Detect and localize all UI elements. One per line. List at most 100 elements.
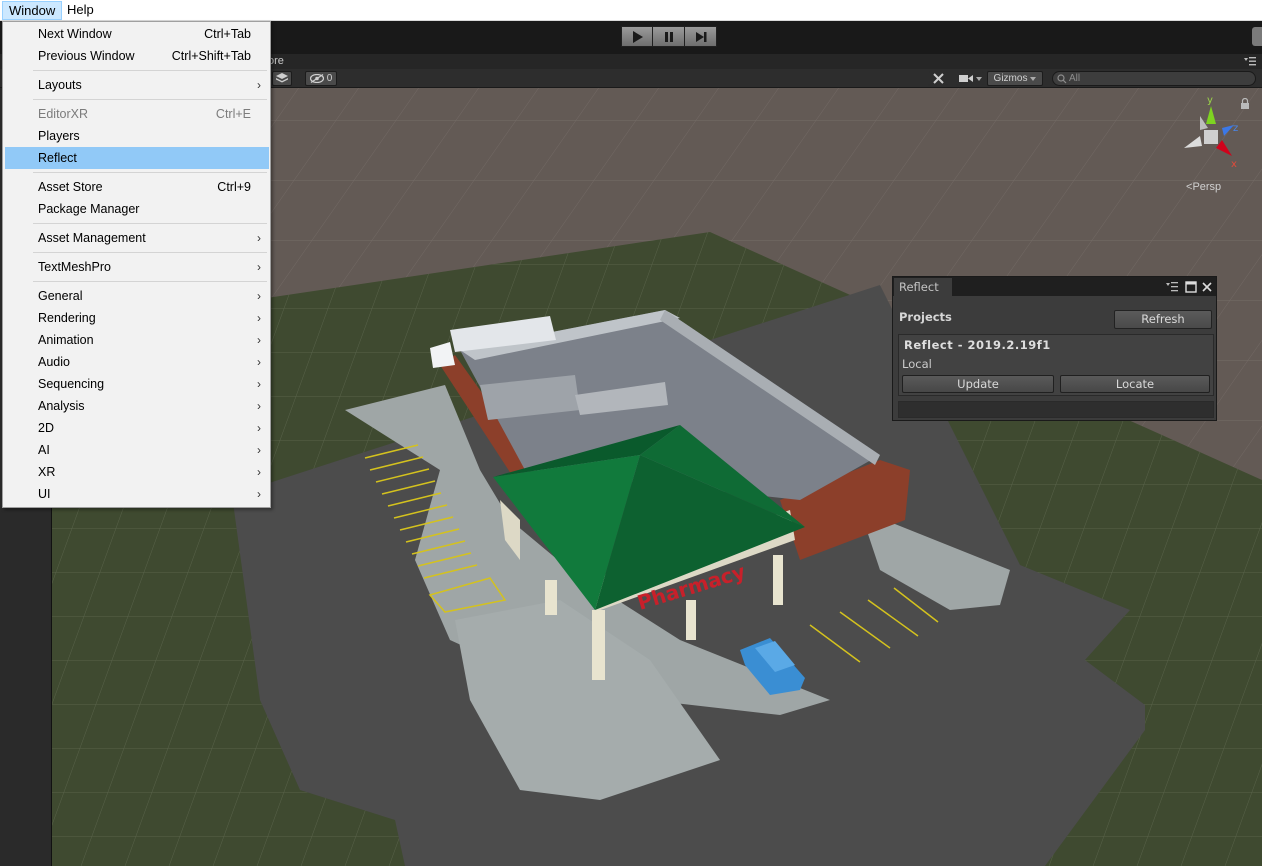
menu-item-label: UI xyxy=(38,487,51,501)
menu-item-label: Package Manager xyxy=(38,202,140,216)
menu-separator xyxy=(33,223,267,224)
tools-button[interactable] xyxy=(928,71,948,86)
neg-x-cone[interactable] xyxy=(1184,136,1202,148)
menu-window[interactable]: Window xyxy=(2,1,63,20)
gizmo-center[interactable] xyxy=(1204,130,1218,144)
menu-item-asset-management[interactable]: Asset Management › xyxy=(5,227,269,249)
search-icon xyxy=(1057,74,1067,84)
menu-item-next-window[interactable]: Next Window Ctrl+Tab xyxy=(5,23,269,45)
chevron-right-icon: › xyxy=(257,311,261,325)
menu-item-label: Reflect xyxy=(38,151,77,165)
gizmos-dropdown[interactable]: Gizmos xyxy=(987,71,1043,86)
menu-item-ui[interactable]: UI › xyxy=(5,483,269,505)
reflect-window: Reflect Projects Refresh Reflect - 2019.… xyxy=(892,276,1217,421)
close-icon[interactable] xyxy=(1201,281,1213,293)
tab-menu-icon[interactable] xyxy=(1244,57,1256,66)
menu-item-ai[interactable]: AI › xyxy=(5,439,269,461)
projects-heading: Projects xyxy=(899,310,952,324)
refresh-button[interactable]: Refresh xyxy=(1114,310,1212,329)
menu-separator xyxy=(33,172,267,173)
hidden-objects-toggle[interactable]: 0 xyxy=(305,71,337,86)
project-name: Reflect - 2019.2.19f1 xyxy=(904,338,1051,352)
menu-item-shortcut: Ctrl+Tab xyxy=(204,27,251,41)
camera-icon xyxy=(958,75,973,82)
camera-settings-button[interactable] xyxy=(956,71,984,86)
menu-item-layouts[interactable]: Layouts › xyxy=(5,74,269,96)
chevron-down-icon xyxy=(975,76,982,81)
chevron-right-icon: › xyxy=(257,78,261,92)
project-location: Local xyxy=(902,357,932,371)
menu-item-asset-store[interactable]: Asset Store Ctrl+9 xyxy=(5,176,269,198)
menu-item-sequencing[interactable]: Sequencing › xyxy=(5,373,269,395)
menu-item-label: Audio xyxy=(38,355,70,369)
menu-item-label: AI xyxy=(38,443,50,457)
axis-x-label: x xyxy=(1231,159,1237,170)
tools-icon xyxy=(932,73,944,84)
persp-toggle[interactable]: <Persp xyxy=(1186,181,1221,193)
menu-item-shortcut: Ctrl+9 xyxy=(217,180,251,194)
menu-separator xyxy=(33,70,267,71)
collab-button[interactable] xyxy=(1252,27,1262,46)
gizmos-label: Gizmos xyxy=(993,73,1028,84)
menu-separator xyxy=(33,281,267,282)
hidden-count: 0 xyxy=(326,73,333,84)
step-icon xyxy=(695,31,706,42)
menu-item-editorxr: EditorXR Ctrl+E xyxy=(5,103,269,125)
play-icon xyxy=(633,30,643,43)
reflect-tab[interactable]: Reflect xyxy=(894,278,952,296)
step-button[interactable] xyxy=(685,26,717,47)
play-button[interactable] xyxy=(621,26,653,47)
maximize-icon[interactable] xyxy=(1185,281,1197,293)
lock-icon[interactable] xyxy=(1240,98,1250,109)
playmode-controls xyxy=(621,26,717,47)
menu-separator xyxy=(33,252,267,253)
window-menu-dropdown: Next Window Ctrl+Tab Previous Window Ctr… xyxy=(2,21,271,508)
menu-help[interactable]: Help xyxy=(61,1,100,20)
project-card: Reflect - 2019.2.19f1 Local Update Locat… xyxy=(898,334,1214,396)
menu-item-label: Previous Window xyxy=(38,49,135,63)
menu-item-label: TextMeshPro xyxy=(38,260,111,274)
chevron-down-icon xyxy=(1030,76,1037,81)
chevron-right-icon: › xyxy=(257,421,261,435)
layers-icon xyxy=(276,73,288,83)
chevron-right-icon: › xyxy=(257,443,261,457)
menu-item-general[interactable]: General › xyxy=(5,285,269,307)
update-button[interactable]: Update xyxy=(902,375,1054,393)
menu-item-audio[interactable]: Audio › xyxy=(5,351,269,373)
menu-item-package-manager[interactable]: Package Manager xyxy=(5,198,269,220)
menu-item-players[interactable]: Players xyxy=(5,125,269,147)
menu-item-label: Asset Store xyxy=(38,180,103,194)
y-cone[interactable] xyxy=(1206,106,1216,124)
search-placeholder: All xyxy=(1069,73,1081,84)
menu-item-previous-window[interactable]: Previous Window Ctrl+Shift+Tab xyxy=(5,45,269,67)
tab-menu-icon[interactable] xyxy=(1166,281,1178,293)
axis-y-label: y xyxy=(1207,95,1213,106)
menu-item-label: Next Window xyxy=(38,27,112,41)
menu-item-label: General xyxy=(38,289,83,303)
scene-search-input[interactable]: All xyxy=(1052,71,1256,86)
menu-item-rendering[interactable]: Rendering › xyxy=(5,307,269,329)
menu-item-label: Layouts xyxy=(38,78,82,92)
menu-item-label: Players xyxy=(38,129,80,143)
menu-item-label: Rendering xyxy=(38,311,96,325)
menu-item-label: Analysis xyxy=(38,399,85,413)
pause-button[interactable] xyxy=(653,26,685,47)
menu-item-xr[interactable]: XR › xyxy=(5,461,269,483)
reflect-footer xyxy=(898,401,1214,418)
chevron-right-icon: › xyxy=(257,231,261,245)
menu-item-animation[interactable]: Animation › xyxy=(5,329,269,351)
chevron-right-icon: › xyxy=(257,289,261,303)
chevron-right-icon: › xyxy=(257,377,261,391)
menu-item-label: Asset Management xyxy=(38,231,146,245)
menu-item-textmeshpro[interactable]: TextMeshPro › xyxy=(5,256,269,278)
chevron-right-icon: › xyxy=(257,399,261,413)
locate-button[interactable]: Locate xyxy=(1060,375,1210,393)
menu-item-2d[interactable]: 2D › xyxy=(5,417,269,439)
x-cone[interactable] xyxy=(1216,140,1232,156)
layers-toggle[interactable] xyxy=(272,71,292,86)
chevron-right-icon: › xyxy=(257,333,261,347)
persp-label: Persp xyxy=(1192,181,1222,193)
menu-item-reflect[interactable]: Reflect xyxy=(5,147,269,169)
menu-item-analysis[interactable]: Analysis › xyxy=(5,395,269,417)
orientation-gizmo[interactable]: y z x xyxy=(1178,92,1248,172)
